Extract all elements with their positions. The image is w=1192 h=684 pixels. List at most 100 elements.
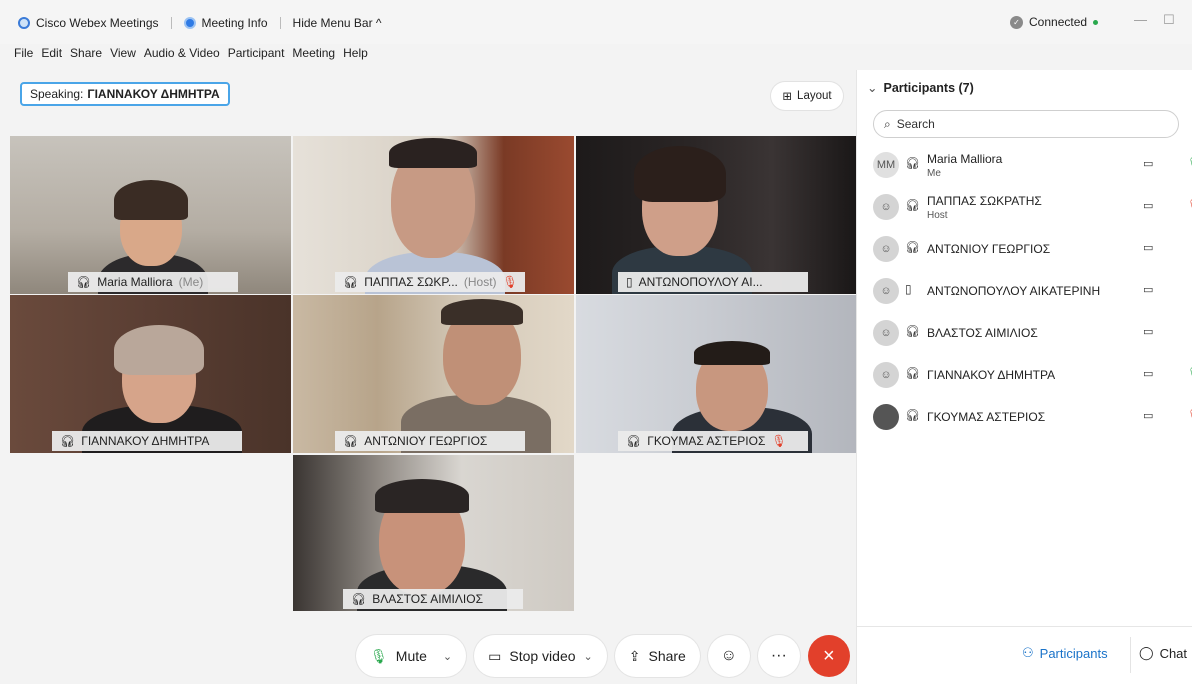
video-camera-icon: ▭: [1143, 368, 1154, 380]
tile-namebar: 🎧︎ ΓΚΟΥΜΑΣ ΑΣΤΕΡΙΟΣ 🎙︎: [618, 431, 808, 451]
chat-tab-button[interactable]: ◯ Chat: [1139, 645, 1187, 661]
headset-icon: 🎧︎: [905, 324, 921, 338]
title-bar-left: Cisco Webex Meetings Meeting Info Hide M…: [18, 16, 382, 30]
tile-namebar: 🎧︎ ΑΝΤΩΝΙΟΥ ΓΕΩΡΓΙΟΣ: [335, 431, 525, 451]
participants-tab-label: Participants: [1039, 645, 1108, 661]
mute-button[interactable]: 🎙︎ Mute ⌄: [356, 635, 467, 677]
headset-icon: 🎧︎: [905, 156, 921, 170]
participant-row[interactable]: 🎧︎ ΓΚΟΥΜΑΣ ΑΣΤΕΡΙΟΣ ▭ 🎙︎: [857, 396, 1192, 436]
person-hair: [634, 146, 726, 202]
person-hair: [389, 138, 477, 168]
divider: [1130, 637, 1131, 673]
video-camera-icon: ▭: [1143, 242, 1154, 254]
video-tile[interactable]: 🎧︎ Maria Malliora (Me): [10, 136, 291, 294]
participant-row[interactable]: ☺ ▯ ΑΝΤΩΝΟΠΟΥΛΟΥ ΑΙΚΑΤΕΡΙΝΗ ▭: [857, 270, 1192, 310]
menu-view[interactable]: View: [110, 46, 136, 60]
title-separator: [279, 17, 281, 29]
video-camera-icon: ▭: [488, 647, 502, 664]
phone-icon: ▯: [905, 282, 912, 296]
microphone-icon[interactable]: 🎙︎: [1187, 366, 1192, 380]
tile-name: ΠΑΠΠΑΣ ΣΩΚΡ...: [364, 275, 458, 289]
menu-file[interactable]: File: [14, 46, 33, 60]
person-hair: [114, 325, 204, 375]
user-avatar-icon: ☺: [873, 320, 899, 346]
minimize-button[interactable]: —: [1134, 12, 1147, 27]
share-label: Share: [648, 648, 686, 664]
participant-row[interactable]: ☺ 🎧︎ ΠΑΠΠΑΣ ΣΩΚΡΑΤΗΣ Host ▭ 🎙︎: [857, 186, 1192, 226]
meeting-info-button[interactable]: Meeting Info: [202, 16, 268, 30]
participant-search-input[interactable]: ⌕ Search: [873, 110, 1179, 138]
connection-status[interactable]: ✓ Connected: [1010, 15, 1099, 29]
share-button[interactable]: ⇪ Share: [614, 635, 700, 677]
participant-name: ΓΚΟΥΜΑΣ ΑΣΤΕΡΙΟΣ: [927, 410, 1046, 424]
participant-row[interactable]: MM 🎧︎ Maria Malliora Me ▭ 🎙︎: [857, 144, 1192, 184]
end-meeting-button[interactable]: ×: [807, 635, 850, 677]
user-avatar-icon: ☺: [873, 194, 899, 220]
video-tile[interactable]: 🎧︎ ΑΝΤΩΝΙΟΥ ΓΕΩΡΓΙΟΣ: [293, 295, 574, 453]
video-tile[interactable]: 🎧︎ ΓΙΑΝΝΑΚΟΥ ΔΗΜΗΤΡΑ: [10, 295, 291, 453]
person-hair: [375, 479, 469, 513]
grid-icon: ⊞: [782, 91, 793, 103]
participant-row[interactable]: ☺ 🎧︎ ΓΙΑΝΝΑΚΟΥ ΔΗΜΗΤΡΑ ▭ 🎙︎: [857, 354, 1192, 394]
person-hair: [694, 341, 770, 365]
participant-name: ΓΙΑΝΝΑΚΟΥ ΔΗΜΗΤΡΑ: [927, 368, 1056, 382]
video-camera-icon: ▭: [1143, 284, 1154, 296]
headset-icon: 🎧︎: [626, 434, 642, 448]
headset-icon: 🎧︎: [905, 366, 921, 380]
participants-title: Participants (7): [883, 80, 974, 95]
layout-button[interactable]: ⊞ Layout: [771, 82, 843, 110]
title-bar: Cisco Webex Meetings Meeting Info Hide M…: [0, 0, 1192, 44]
person-icon: ⚇: [1022, 645, 1034, 660]
microphone-icon[interactable]: 🎙︎: [1187, 156, 1192, 170]
participant-row[interactable]: ☺ 🎧︎ ΒΛΑΣΤΟΣ ΑΙΜΙΛΙΟΣ ▭: [857, 312, 1192, 352]
stop-video-button[interactable]: ▭ Stop video ⌄: [474, 635, 607, 677]
tile-name: ΓΙΑΝΝΑΚΟΥ ΔΗΜΗΤΡΑ: [81, 434, 210, 448]
video-camera-icon: ▭: [1143, 200, 1154, 212]
video-tile[interactable]: 🎧︎ ΓΚΟΥΜΑΣ ΑΣΤΕΡΙΟΣ 🎙︎: [576, 295, 856, 453]
chevron-down-icon[interactable]: ⌄: [443, 650, 452, 663]
participants-tab-button[interactable]: ⚇ Participants: [1022, 645, 1108, 661]
connection-status-label: Connected: [1029, 15, 1088, 29]
menu-help[interactable]: Help: [343, 46, 368, 60]
reactions-button[interactable]: ☺: [707, 635, 750, 677]
menu-audio-video[interactable]: Audio & Video: [144, 46, 220, 60]
search-placeholder: Search: [896, 117, 935, 131]
participant-name: ΠΑΠΠΑΣ ΣΩΚΡΑΤΗΣ: [927, 194, 1042, 208]
video-camera-icon: ▭: [1143, 158, 1154, 170]
user-avatar-icon: ☺: [873, 362, 899, 388]
hide-menu-bar-button[interactable]: Hide Menu Bar ^: [293, 16, 382, 30]
participant-row[interactable]: ☺ 🎧︎ ΑΝΤΩΝΙΟΥ ΓΕΩΡΓΙΟΣ ▭: [857, 228, 1192, 268]
headset-icon: 🎧︎: [76, 275, 92, 289]
menu-participant[interactable]: Participant: [228, 46, 285, 60]
muted-mic-icon: 🎙︎: [502, 275, 518, 289]
more-options-button[interactable]: ···: [757, 635, 800, 677]
participants-panel: ⌄ Participants (7) ⌕ Search MM 🎧︎ Maria …: [856, 70, 1192, 684]
menu-edit[interactable]: Edit: [41, 46, 62, 60]
user-avatar-icon: ☺: [873, 278, 899, 304]
avatar: [873, 404, 899, 430]
video-camera-icon: ▭: [1143, 326, 1154, 338]
chevron-down-icon[interactable]: ⌄: [867, 80, 877, 95]
tile-name: ΑΝΤΩΝΟΠΟΥΛΟΥ ΑΙ...: [638, 275, 763, 289]
chevron-down-icon[interactable]: ⌄: [584, 650, 593, 663]
tile-name: ΒΛΑΣΤΟΣ ΑΙΜΙΛΙΟΣ: [372, 592, 483, 606]
tile-namebar: 🎧︎ ΓΙΑΝΝΑΚΟΥ ΔΗΜΗΤΡΑ: [52, 431, 242, 451]
speaking-indicator: Speaking: ΓΙΑΝΝΑΚΟΥ ΔΗΜΗΤΡΑ: [20, 82, 230, 106]
headset-icon: 🎧︎: [343, 275, 359, 289]
maximize-button[interactable]: ☐: [1163, 12, 1175, 28]
headset-icon: 🎧︎: [905, 408, 921, 422]
menu-share[interactable]: Share: [70, 46, 102, 60]
participant-name: ΑΝΤΩΝΙΟΥ ΓΕΩΡΓΙΟΣ: [927, 242, 1051, 256]
close-icon: ×: [823, 644, 835, 667]
video-tile[interactable]: 🎧︎ ΒΛΑΣΤΟΣ ΑΙΜΙΛΙΟΣ: [293, 455, 574, 611]
tile-namebar: 🎧︎ ΒΛΑΣΤΟΣ ΑΙΜΙΛΙΟΣ: [343, 589, 523, 609]
menu-meeting[interactable]: Meeting: [292, 46, 335, 60]
participant-name: ΒΛΑΣΤΟΣ ΑΙΜΙΛΙΟΣ: [927, 326, 1038, 340]
muted-mic-icon[interactable]: 🎙︎: [1187, 198, 1192, 212]
ellipsis-icon: ···: [770, 647, 787, 664]
participants-panel-header[interactable]: ⌄ Participants (7): [867, 80, 974, 96]
muted-mic-icon[interactable]: 🎙︎: [1187, 408, 1192, 422]
video-tile[interactable]: 🎧︎ ΠΑΠΠΑΣ ΣΩΚΡ... (Host) 🎙︎: [293, 136, 574, 294]
headset-icon: 🎧︎: [343, 434, 359, 448]
video-tile[interactable]: ▯ ΑΝΤΩΝΟΠΟΥΛΟΥ ΑΙ...: [576, 136, 856, 294]
